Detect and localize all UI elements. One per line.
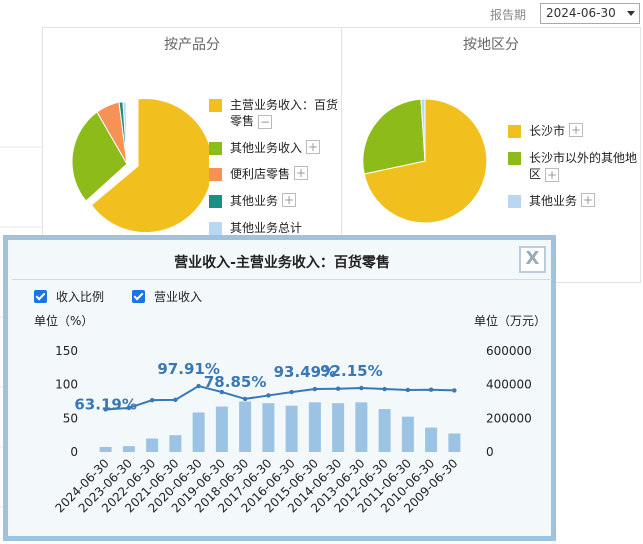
region-pie-chart: [362, 98, 488, 224]
period-value: 2024-06-30: [546, 6, 616, 20]
y-left-tick-label: 150: [55, 344, 78, 358]
expand-icon[interactable]: +: [569, 123, 584, 137]
ratio-point[interactable]: [452, 388, 457, 393]
ratio-point[interactable]: [382, 386, 387, 392]
chevron-down-icon: [627, 11, 635, 16]
y-right-tick-label: 200000: [486, 411, 532, 425]
legend-swatch: [508, 195, 521, 208]
check-label: 营业收入: [154, 290, 203, 304]
revenue-bar[interactable]: [285, 405, 298, 452]
legend-swatch: [508, 125, 521, 138]
legend-label: 其他业务: [529, 194, 578, 208]
revenue-bar[interactable]: [262, 403, 275, 452]
checkbox-checked-icon[interactable]: [132, 290, 145, 303]
legend-item[interactable]: 长沙市以外的其他地区 +: [508, 150, 643, 182]
ratio-point[interactable]: [312, 386, 318, 392]
toggle-revenue-series[interactable]: 营业收入: [132, 288, 202, 305]
period-select[interactable]: 2024-06-30: [540, 3, 640, 24]
expand-icon[interactable]: +: [545, 167, 560, 182]
ratio-point[interactable]: [428, 387, 434, 392]
revenue-bar[interactable]: [355, 402, 368, 452]
ratio-point[interactable]: [149, 397, 155, 403]
ratio-data-label: 92.15%: [320, 362, 382, 380]
popup-body: 营业收入-主营业务收入：百货零售 X 收入比例 营业收入 单位（%） 单位（万元…: [8, 240, 552, 536]
revenue-bar[interactable]: [332, 403, 345, 452]
revenue-bar[interactable]: [448, 433, 461, 452]
y-left-tick-label: 100: [55, 378, 78, 392]
legend-label: 长沙市: [529, 124, 566, 138]
pie-slice-other-regions[interactable]: [362, 98, 426, 175]
product-breakdown-panel: 按产品分 主营业务收入：百货零售 − 其他业务收入 + 便利店零售 + 其他业务 + 其…: [42, 27, 342, 237]
y-right-tick-label: 400000: [486, 378, 532, 392]
ratio-line: [105, 385, 455, 411]
ratio-data-label: 63.19%: [74, 395, 136, 413]
legend-label: 主营业务收入：百货零售: [230, 98, 339, 128]
revenue-bar[interactable]: [308, 402, 321, 452]
legend-item[interactable]: 其他业务 +: [209, 193, 349, 209]
legend-swatch: [209, 99, 222, 112]
revenue-bar[interactable]: [192, 412, 205, 452]
legend-swatch: [209, 142, 222, 155]
revenue-combo-chart: 050100150020000040000060000063.19%97.91%…: [53, 344, 532, 515]
check-label: 收入比例: [56, 290, 105, 304]
popup-title: 营业收入-主营业务收入：百货零售: [174, 255, 390, 271]
ratio-point[interactable]: [289, 389, 294, 395]
ratio-point[interactable]: [335, 386, 341, 391]
detail-popup: 营业收入-主营业务收入：百货零售 X 收入比例 营业收入 单位（%） 单位（万元…: [3, 235, 556, 541]
legend-item[interactable]: 长沙市 +: [508, 123, 643, 139]
revenue-bar[interactable]: [239, 401, 252, 453]
legend-swatch: [209, 222, 222, 235]
legend-swatch: [508, 152, 521, 165]
ratio-point[interactable]: [242, 396, 248, 402]
y-right-tick-label: 600000: [486, 344, 532, 358]
ratio-point[interactable]: [196, 383, 201, 389]
revenue-bar[interactable]: [215, 406, 228, 452]
panel-title-region: 按地区分: [463, 37, 519, 53]
y-left-tick-label: 0: [70, 445, 78, 459]
legend-item[interactable]: 其他业务收入 +: [209, 140, 349, 156]
collapse-icon[interactable]: −: [258, 114, 273, 129]
ratio-point[interactable]: [266, 393, 271, 398]
legend-swatch: [209, 195, 222, 208]
panel-title-product: 按产品分: [164, 37, 220, 53]
legend-label: 其他业务总计: [230, 221, 303, 235]
top-toolbar: 报告期 2024-06-30: [0, 0, 643, 27]
close-button[interactable]: X: [519, 246, 546, 273]
revenue-bar[interactable]: [401, 416, 414, 452]
revenue-bar[interactable]: [169, 435, 182, 452]
checkbox-checked-icon[interactable]: [34, 290, 47, 303]
revenue-bar[interactable]: [99, 446, 112, 452]
toggle-ratio-series[interactable]: 收入比例: [34, 288, 104, 305]
y-right-tick-label: 0: [486, 445, 494, 459]
revenue-bar[interactable]: [146, 438, 159, 452]
ratio-data-label: 78.85%: [204, 373, 266, 391]
legend-label: 其他业务收入: [230, 141, 303, 155]
unit-left-label: 单位（%）: [34, 314, 94, 328]
period-label: 报告期: [490, 8, 527, 22]
legend-item[interactable]: 主营业务收入：百货零售 −: [209, 97, 349, 129]
unit-right-label: 单位（万元）: [474, 314, 547, 328]
ratio-point[interactable]: [405, 387, 411, 393]
legend-swatch: [209, 168, 222, 181]
divider: [12, 279, 552, 280]
revenue-bar[interactable]: [122, 446, 135, 452]
legend-item[interactable]: 其他业务总计: [209, 220, 349, 236]
expand-icon[interactable]: +: [294, 166, 309, 180]
legend-label: 便利店零售: [230, 167, 291, 181]
ratio-point[interactable]: [359, 385, 364, 391]
expand-icon[interactable]: +: [581, 193, 596, 207]
ratio-point[interactable]: [173, 397, 178, 403]
revenue-bar[interactable]: [378, 409, 391, 452]
expand-icon[interactable]: +: [282, 193, 297, 207]
legend-label: 其他业务: [230, 194, 279, 208]
product-pie-chart: [71, 98, 209, 234]
revenue-bar[interactable]: [425, 427, 438, 452]
legend-item[interactable]: 其他业务 +: [508, 193, 643, 209]
expand-icon[interactable]: +: [306, 140, 321, 154]
legend-item[interactable]: 便利店零售 +: [209, 166, 349, 182]
